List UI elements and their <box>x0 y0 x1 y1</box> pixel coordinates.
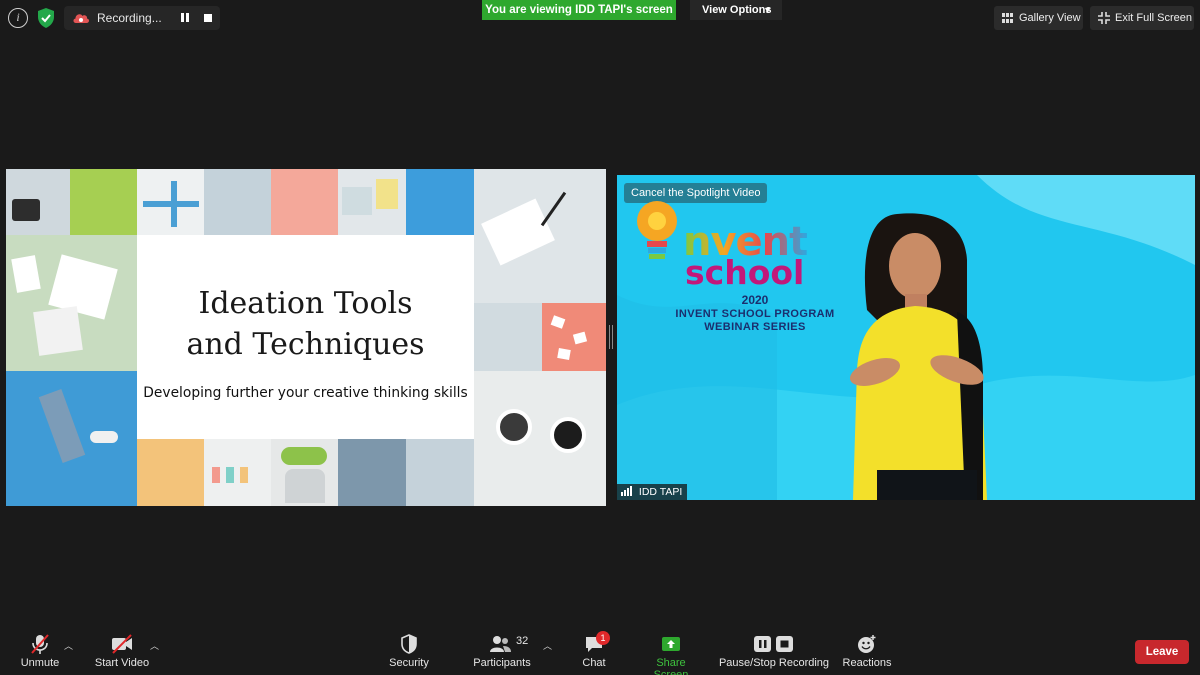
chat-label: Chat <box>582 657 606 669</box>
slate-tile <box>338 439 406 506</box>
share-screen-icon <box>662 637 680 651</box>
exit-fullscreen-icon <box>1098 12 1110 24</box>
encryption-shield-icon[interactable] <box>36 7 56 29</box>
chevron-down-icon: ▼ <box>763 5 772 15</box>
reactions-smiley-icon <box>858 635 876 653</box>
chat-unread-badge: 1 <box>596 631 610 645</box>
photo-camera-tile <box>6 169 70 235</box>
viewing-screen-banner: You are viewing IDD TAPI's screen <box>482 0 676 20</box>
video-camera-off-icon <box>112 634 132 654</box>
audio-options-chevron-icon[interactable]: ︿ <box>64 639 73 652</box>
participants-options-chevron-icon[interactable]: ︿ <box>543 639 552 652</box>
pause-stop-recording-icon <box>754 636 793 652</box>
sticky-notes-tile <box>338 169 406 235</box>
view-options-button[interactable]: View Options ▼ <box>690 0 782 20</box>
signal-strength-icon <box>621 485 633 500</box>
start-video-label: Start Video <box>94 657 150 669</box>
pale-gray-tile <box>474 303 542 371</box>
slide-title-card: Ideation Tools and Techniques Developing… <box>137 235 474 439</box>
top-bar: i Recording... You are viewing IDD TAPI'… <box>0 0 1200 36</box>
coffee-cups-tile <box>474 371 606 506</box>
pears-scale-tile <box>271 439 338 506</box>
view-options-label: View Options <box>702 4 772 16</box>
paper-cranes-tile <box>542 303 606 371</box>
pause-stop-recording-label: Pause/Stop Recording <box>718 657 830 669</box>
jumping-person-tile <box>6 371 137 506</box>
reactions-button[interactable]: Reactions <box>840 625 894 675</box>
participants-count: 32 <box>516 635 529 647</box>
unmute-button[interactable]: Unmute <box>14 625 66 675</box>
gallery-view-label: Gallery View <box>1019 12 1081 24</box>
security-label: Security <box>389 657 429 669</box>
shared-screen-slide: Ideation Tools and Techniques Developing… <box>6 169 606 506</box>
blue-tile <box>406 169 474 235</box>
pause-recording-icon[interactable] <box>180 13 190 23</box>
participants-icon <box>490 636 511 652</box>
participant-name-tag: IDD TAPI <box>617 484 688 500</box>
leave-meeting-button[interactable]: Leave <box>1135 640 1189 664</box>
salmon-tile <box>271 169 338 235</box>
slide-title-line2: and Techniques <box>186 327 425 362</box>
lightbulb-gear-icon <box>637 201 677 259</box>
slide-subtitle: Developing further your creative thinkin… <box>143 385 468 401</box>
stop-recording-icon[interactable] <box>204 14 212 22</box>
yellow-tile <box>137 439 204 506</box>
slide-title-line1: Ideation Tools <box>198 286 413 321</box>
recording-indicator: Recording... <box>64 6 220 30</box>
speaker-figure <box>849 213 987 500</box>
pause-stop-recording-button[interactable]: Pause/Stop Recording <box>718 625 830 675</box>
green-tile <box>70 169 137 235</box>
cloud-recording-icon <box>73 14 90 23</box>
share-screen-label: Share Screen <box>653 657 689 675</box>
clothesline-tile <box>204 439 271 506</box>
participants-button[interactable]: Participants <box>470 625 534 675</box>
light-gray-tile <box>406 439 474 506</box>
speaker-video: Cancel the Spotlight Video nvent school … <box>617 175 1195 500</box>
security-shield-icon <box>401 634 417 654</box>
slide-title: Ideation Tools and Techniques <box>137 283 474 365</box>
gallery-grid-icon <box>1002 13 1014 23</box>
meeting-info-icon[interactable]: i <box>8 8 28 28</box>
panel-resize-handle[interactable] <box>609 325 613 349</box>
gallery-view-button[interactable]: Gallery View <box>994 6 1083 30</box>
participant-name: IDD TAPI <box>638 486 683 498</box>
exit-fullscreen-button[interactable]: Exit Full Screen <box>1090 6 1194 30</box>
brand-school-text: school <box>685 253 805 292</box>
writing-hand-tile-right <box>474 169 606 303</box>
recording-label: Recording... <box>97 11 162 25</box>
unmute-label: Unmute <box>20 657 60 669</box>
start-video-button[interactable]: Start Video <box>92 625 152 675</box>
writing-hand-tile-left <box>6 235 137 371</box>
reactions-label: Reactions <box>842 657 892 669</box>
gray-tile <box>204 169 271 235</box>
scrabble-tile <box>137 169 204 235</box>
microphone-muted-icon <box>31 634 49 654</box>
participants-label: Participants <box>473 657 531 669</box>
share-screen-button[interactable]: Share Screen <box>638 625 704 675</box>
video-options-chevron-icon[interactable]: ︿ <box>150 639 159 652</box>
meeting-toolbar: Unmute ︿ Start Video ︿ Security Particip… <box>0 625 1200 675</box>
exit-fullscreen-label: Exit Full Screen <box>1115 12 1193 24</box>
security-button[interactable]: Security <box>384 625 434 675</box>
